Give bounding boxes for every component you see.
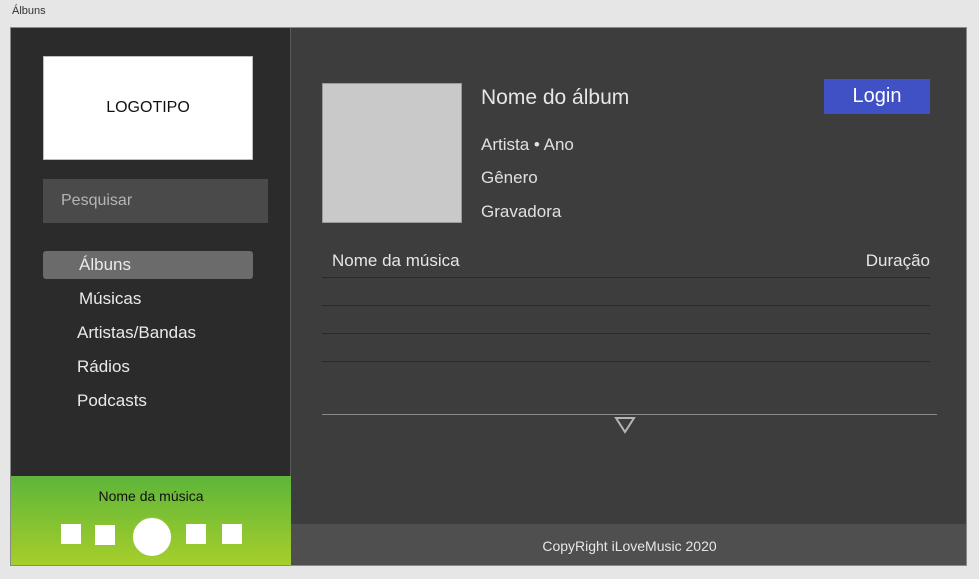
sidebar-item-musicas[interactable]: Músicas	[43, 285, 253, 313]
tracklist-header-name: Nome da música	[332, 251, 460, 270]
app-frame: LOGOTIPO Álbuns Músicas Artistas/Bandas …	[10, 27, 967, 566]
player-control-3[interactable]	[186, 524, 206, 544]
table-row[interactable]	[322, 305, 930, 306]
album-title: Nome do álbum	[481, 86, 630, 109]
table-row[interactable]	[322, 361, 930, 362]
album-artist-year: Artista • Ano	[481, 135, 574, 154]
sidebar-item-albuns[interactable]: Álbuns	[43, 251, 253, 279]
table-row[interactable]	[322, 333, 930, 334]
album-genre: Gênero	[481, 168, 538, 187]
sidebar-item-podcasts[interactable]: Podcasts	[43, 387, 253, 415]
player-control-4[interactable]	[222, 524, 242, 544]
tracklist-header-duration: Duração	[865, 251, 930, 270]
page-label: Álbuns	[12, 5, 46, 17]
sidebar: LOGOTIPO Álbuns Músicas Artistas/Bandas …	[11, 28, 291, 476]
album-label: Gravadora	[481, 202, 562, 221]
search-input[interactable]	[43, 179, 268, 223]
sidebar-nav: Álbuns Músicas Artistas/Bandas Rádios Po…	[43, 251, 253, 421]
search-button[interactable]	[268, 179, 269, 223]
play-button[interactable]	[132, 517, 172, 557]
tracklist-header-divider	[322, 277, 930, 278]
music-player: Nome da música	[11, 476, 291, 565]
sidebar-item-radios[interactable]: Rádios	[43, 353, 253, 381]
player-control-1[interactable]	[61, 524, 81, 544]
login-button[interactable]: Login	[824, 79, 930, 114]
triangle-down-icon[interactable]	[614, 416, 636, 434]
logo: LOGOTIPO	[43, 56, 253, 160]
search-bar	[43, 179, 269, 223]
album-detail: Nome do álbum Artista • Ano Gênero Grava…	[291, 28, 966, 524]
tracklist-end-divider	[322, 414, 937, 415]
player-control-2[interactable]	[95, 525, 115, 545]
sidebar-item-artistas-bandas[interactable]: Artistas/Bandas	[43, 319, 253, 347]
footer: CopyRight iLoveMusic 2020	[291, 524, 966, 565]
footer-copyright: CopyRight iLoveMusic 2020	[542, 537, 717, 554]
album-cover	[322, 83, 462, 223]
player-track-title: Nome da música	[98, 488, 204, 504]
